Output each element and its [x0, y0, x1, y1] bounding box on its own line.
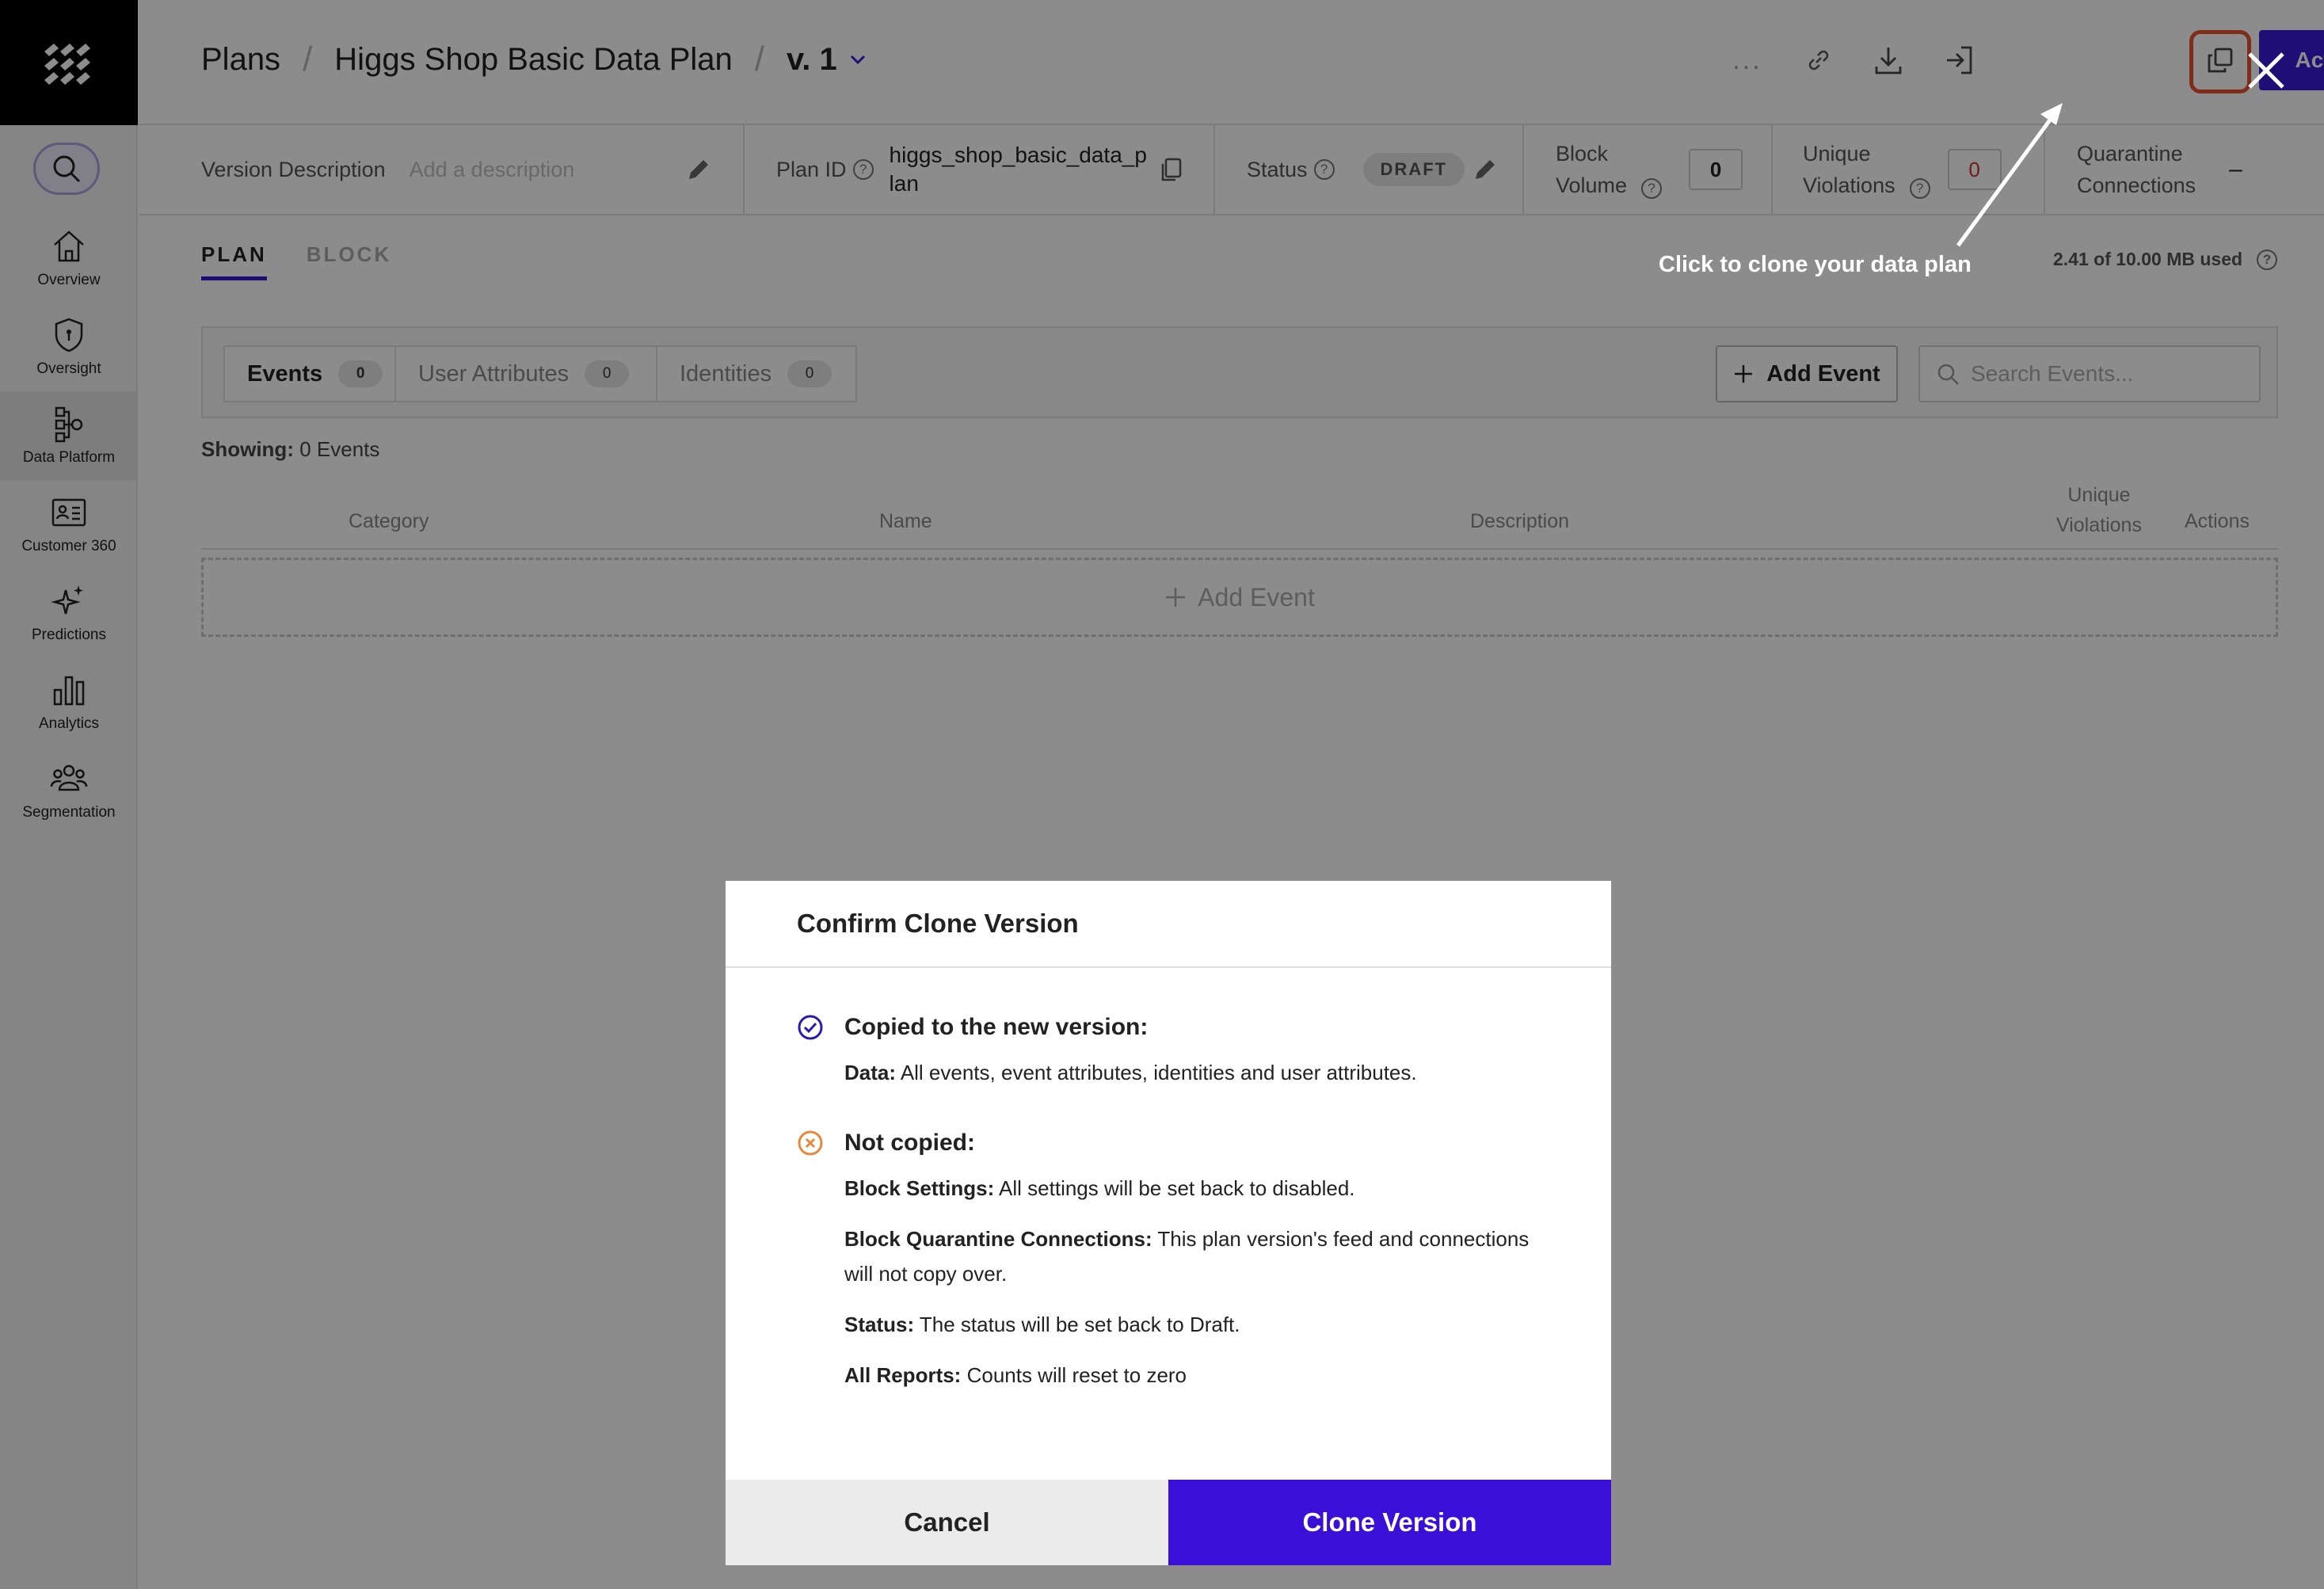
confirm-clone-dialog: Confirm Clone Version Copied to the new …	[726, 881, 1611, 1565]
copied-item: Data: All events, event attributes, iden…	[844, 1055, 1557, 1090]
copied-section: Copied to the new version:	[797, 1014, 1148, 1041]
dialog-title: Confirm Clone Version	[726, 881, 1611, 968]
close-icon[interactable]	[2245, 49, 2288, 92]
not-copied-item: Block Settings: All settings will be set…	[844, 1171, 1557, 1206]
item-label: Data:	[844, 1061, 897, 1084]
item-text: The status will be set back to Draft.	[919, 1313, 1240, 1336]
check-circle-icon	[798, 1015, 823, 1040]
not-copied-heading: Not copied:	[797, 1130, 975, 1157]
item-text: All settings will be set back to disable…	[999, 1176, 1355, 1200]
item-text: All events, event attributes, identities…	[900, 1061, 1417, 1084]
x-circle-icon	[798, 1130, 823, 1156]
not-copied-item: All Reports: Counts will reset to zero	[844, 1358, 1557, 1393]
not-copied-heading-text: Not copied:	[844, 1130, 975, 1156]
item-label: Block Settings:	[844, 1176, 995, 1200]
item-text: Counts will reset to zero	[966, 1363, 1187, 1387]
not-copied-section: Not copied:	[797, 1130, 975, 1157]
copied-heading-text: Copied to the new version:	[844, 1014, 1149, 1040]
clone-version-button[interactable]: Clone Version	[1168, 1480, 1611, 1565]
not-copied-item: Status: The status will be set back to D…	[844, 1307, 1557, 1342]
cancel-button[interactable]: Cancel	[726, 1480, 1168, 1565]
item-label: Block Quarantine Connections:	[844, 1227, 1152, 1251]
item-label: Status:	[844, 1313, 915, 1336]
not-copied-item: Block Quarantine Connections: This plan …	[844, 1221, 1557, 1291]
copied-heading: Copied to the new version:	[797, 1014, 1148, 1041]
tutorial-hint: Click to clone your data plan	[1659, 252, 1972, 277]
item-label: All Reports:	[844, 1363, 962, 1387]
